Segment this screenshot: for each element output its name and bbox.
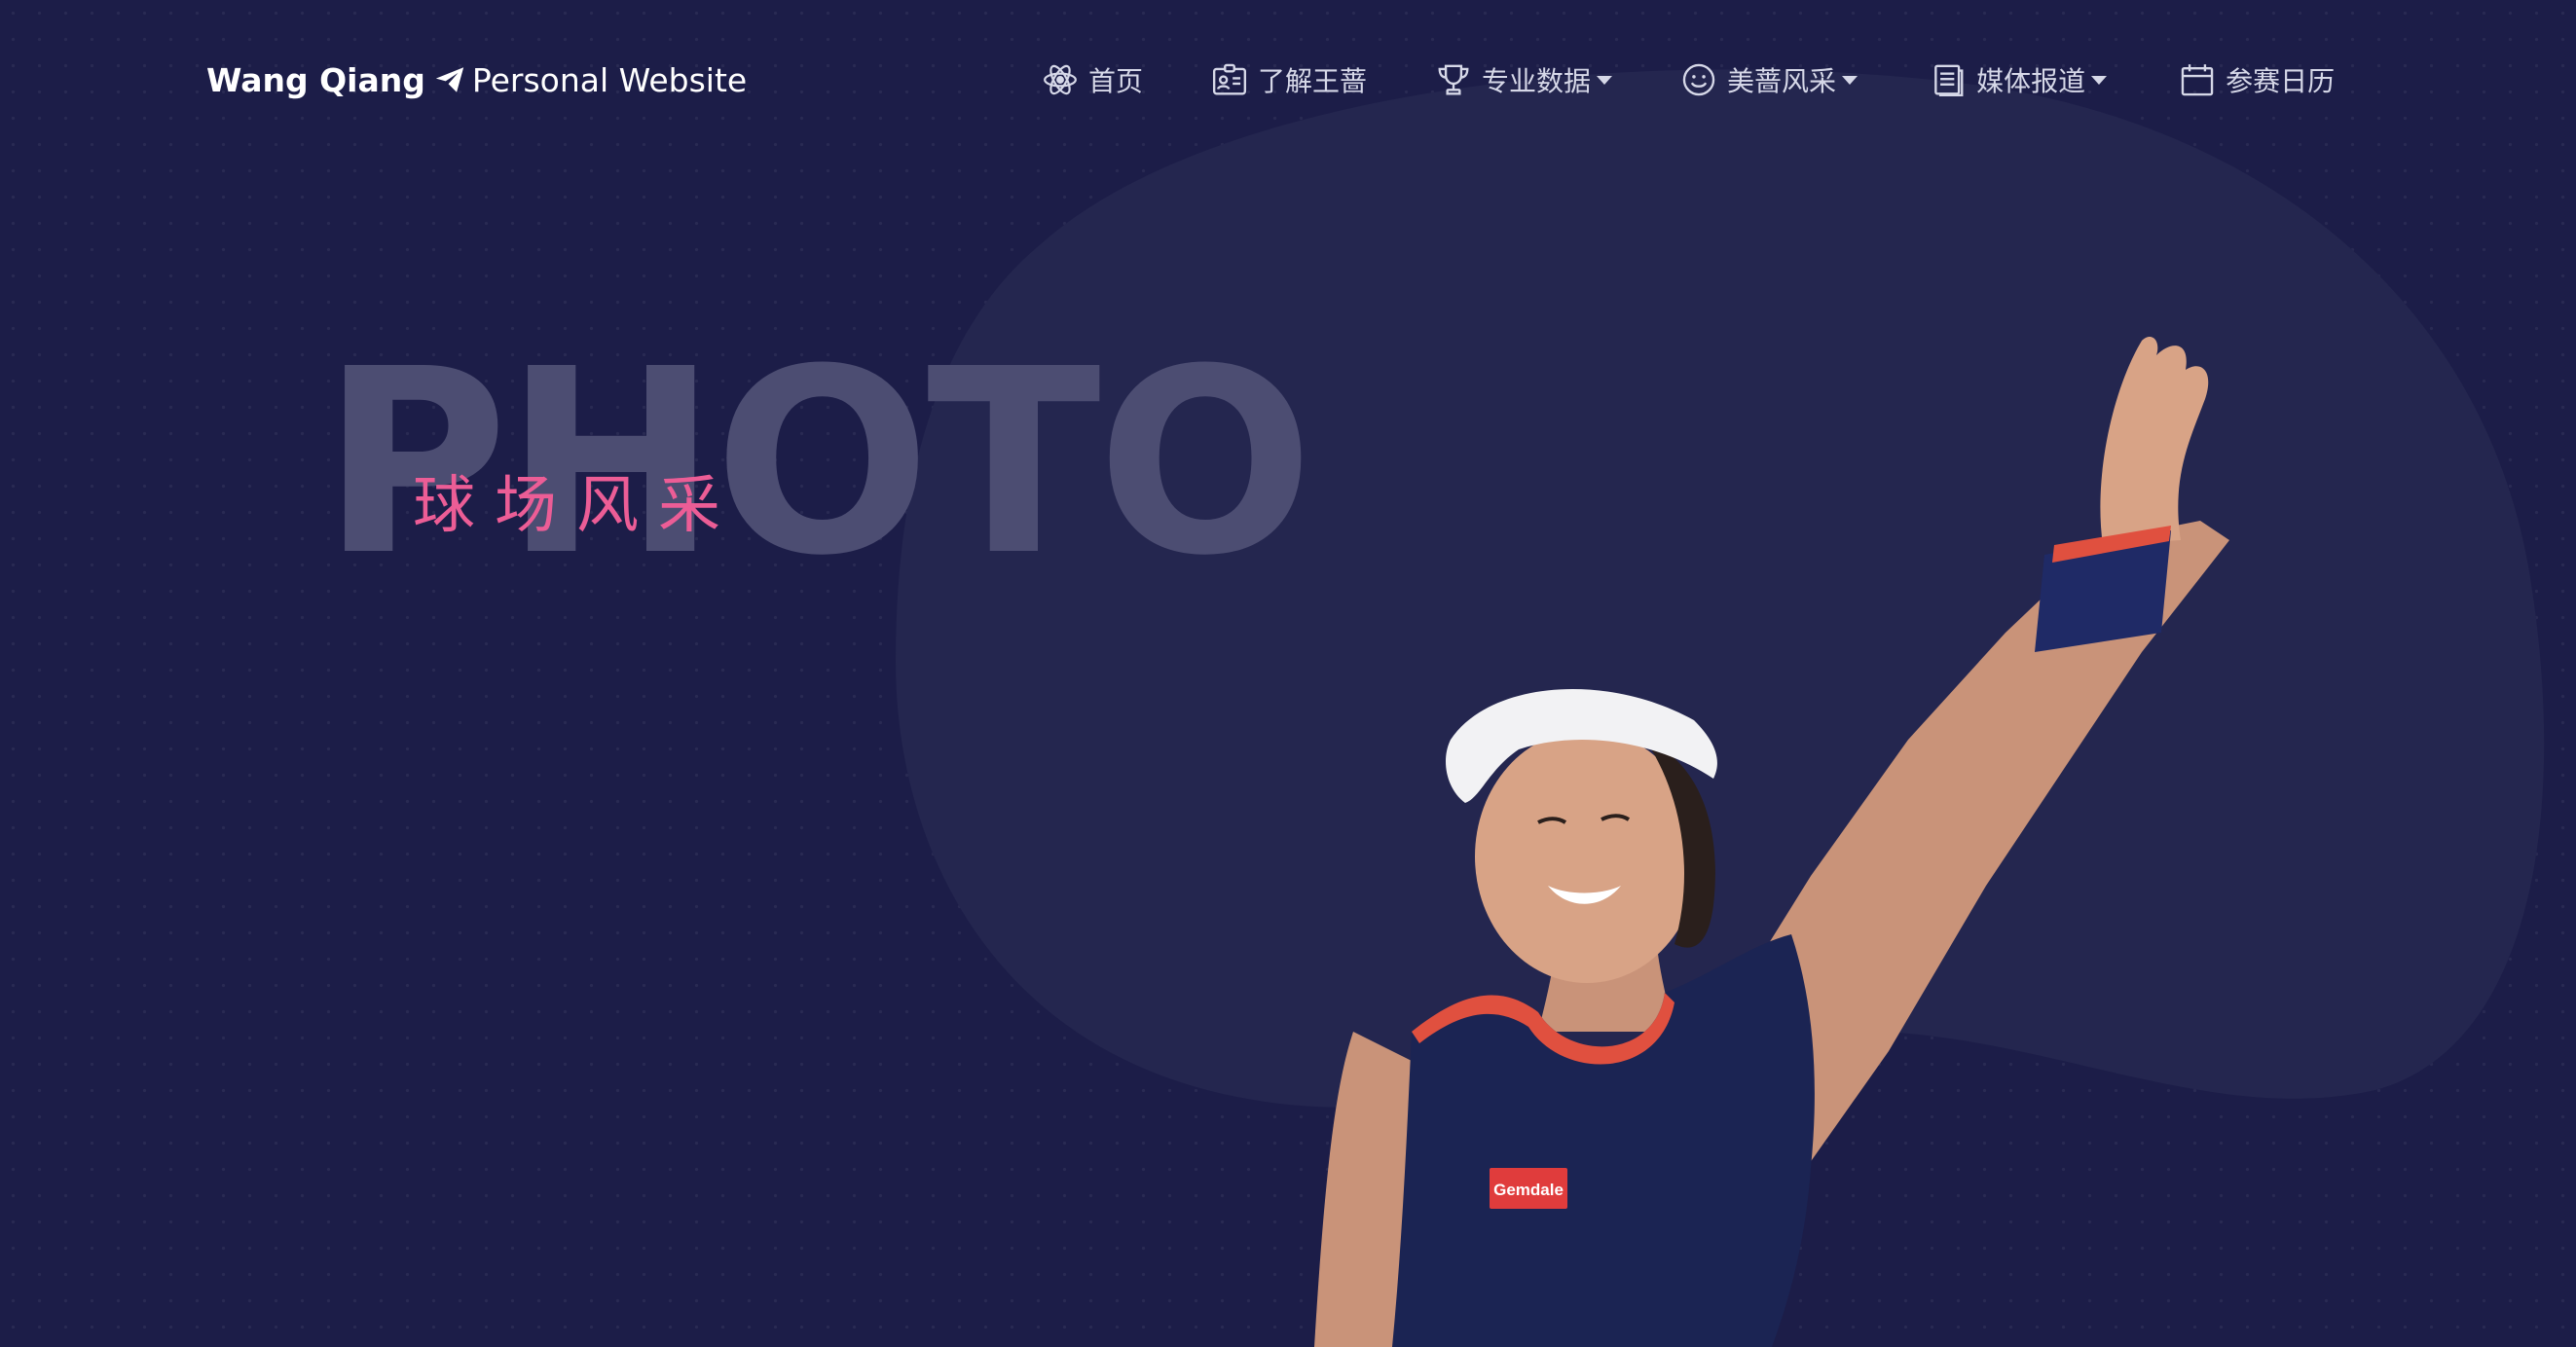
trophy-icon	[1438, 64, 1469, 95]
nav-item-gallery[interactable]: 美蔷风采	[1680, 60, 1858, 99]
nav-label-home: 首页	[1088, 65, 1144, 97]
nav-label-gallery: 美蔷风采	[1727, 65, 1837, 97]
nav-label-calendar: 参赛日历	[2226, 65, 2336, 97]
hero-player-photo: Gemdale	[1314, 336, 2229, 1347]
paper-plane-icon	[435, 67, 464, 92]
nav-item-about[interactable]: 了解王蔷	[1211, 60, 1367, 99]
chevron-down-icon	[2091, 75, 2108, 85]
nav-label-media: 媒体报道	[1976, 65, 2086, 97]
chevron-down-icon	[1597, 75, 1613, 85]
chevron-down-icon	[1842, 75, 1858, 85]
nav-label-about: 了解王蔷	[1258, 65, 1368, 97]
hero-subtitle: 球场风采	[413, 470, 740, 542]
atom-icon	[1044, 64, 1077, 95]
nav-item-calendar[interactable]: 参赛日历	[2179, 60, 2335, 99]
nav-item-media[interactable]: 媒体报道	[1930, 60, 2108, 99]
calendar-icon	[2181, 64, 2214, 96]
id-card-icon	[1212, 63, 1247, 95]
smile-icon	[1682, 63, 1715, 96]
document-icon	[1934, 64, 1964, 97]
brand-logo[interactable]: Wang Qiang Personal Website	[206, 55, 747, 105]
nav-item-stats[interactable]: 专业数据	[1435, 60, 1613, 99]
main-menu: 首页 了解王蔷 专业数据 美蔷风采 媒体报道 参赛日历	[1042, 55, 2335, 105]
brand-name: Wang Qiang	[206, 60, 425, 99]
top-navbar: Wang Qiang Personal Website 首页 了解王蔷 专业数据…	[0, 0, 2576, 156]
hero-background-word: PHOTO	[321, 314, 1313, 611]
nav-item-home[interactable]: 首页	[1042, 60, 1143, 99]
nav-label-stats: 专业数据	[1482, 65, 1592, 97]
brand-tagline: Personal Website	[471, 60, 748, 99]
sponsor-logo: Gemdale	[1493, 1181, 1564, 1199]
